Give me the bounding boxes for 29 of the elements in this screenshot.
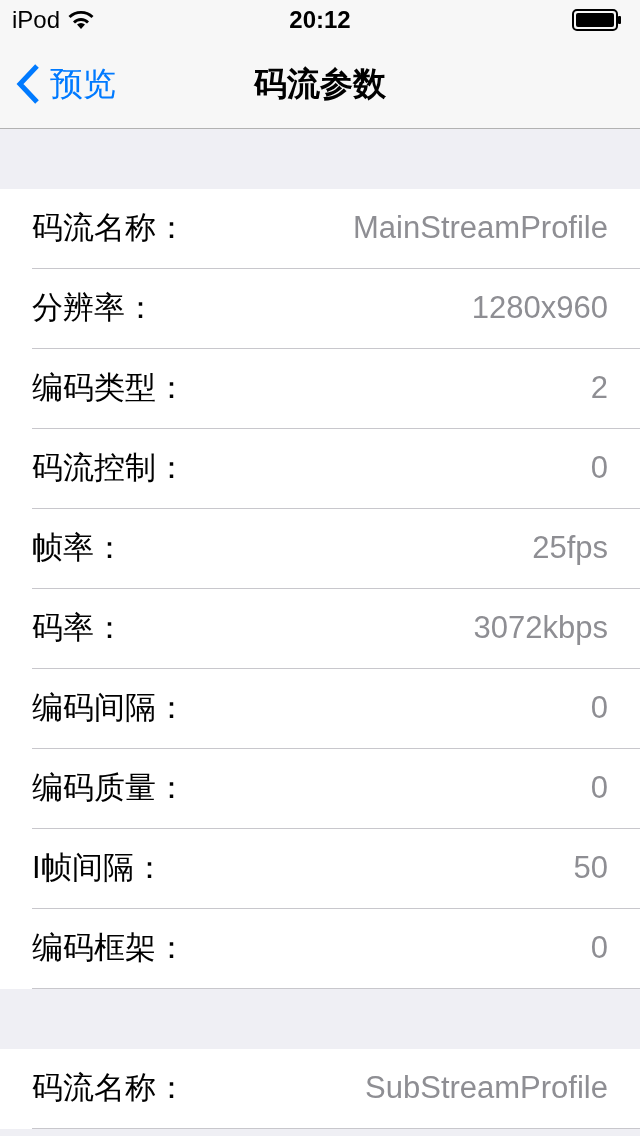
row-label: 码率： (32, 609, 125, 648)
row-value: 0 (590, 769, 608, 808)
row-label: 码流控制： (32, 449, 187, 488)
row-label: 分辨率： (32, 289, 156, 328)
row-label: 码流名称： (32, 209, 187, 248)
row-value: 3072kbps (473, 609, 608, 648)
row-value: 50 (573, 849, 608, 888)
wifi-icon (68, 10, 95, 30)
time-label: 20:12 (289, 5, 351, 35)
row-label: I帧间隔： (32, 849, 165, 888)
row-value: 0 (590, 449, 608, 488)
row-label: 编码质量： (32, 769, 187, 808)
battery-icon (572, 9, 622, 31)
row-value: 25fps (532, 529, 608, 568)
row-label: 编码框架： (32, 929, 187, 968)
row-value: 0 (590, 689, 608, 728)
back-chevron-icon (16, 64, 40, 104)
row-value: 1280x960 (471, 289, 608, 328)
row-label: 帧率： (32, 529, 125, 568)
row-label: 编码间隔： (32, 689, 187, 728)
row-value: 2 (590, 369, 608, 408)
carrier-label: iPod (12, 5, 61, 35)
nav-title: 码流参数 (254, 64, 386, 105)
row-value: 0 (590, 929, 608, 968)
row-value: MainStreamProfile (353, 209, 608, 248)
row-label: 编码类型： (32, 369, 187, 408)
back-button[interactable]: 预览 (0, 59, 116, 109)
row-label: 码流名称： (32, 1069, 187, 1108)
row-value: SubStreamProfile (365, 1069, 608, 1108)
